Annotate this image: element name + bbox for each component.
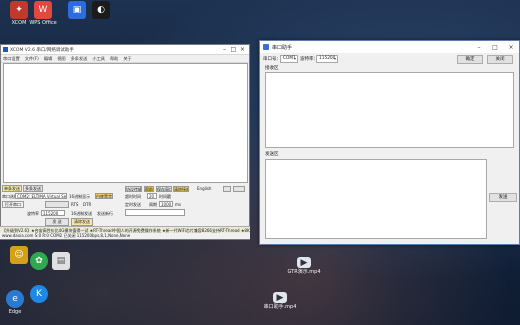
menu-item[interactable]: 多条发送 bbox=[71, 56, 88, 62]
xcom-menubar: 串口设置 文件(F) 编辑 视图 多条发送 小工具 帮助 关于 bbox=[1, 55, 249, 63]
serial-assistant-titlebar: 串口助手 – □ × bbox=[260, 41, 519, 53]
video-file-icon: ▶ bbox=[297, 257, 311, 268]
misc-button-2[interactable] bbox=[233, 186, 245, 192]
minimize-icon[interactable]: – bbox=[220, 46, 229, 53]
video-file-icon: ▶ bbox=[273, 292, 287, 303]
send-button[interactable]: 发 送 bbox=[45, 218, 69, 226]
file-label: GTR演示.mp4 bbox=[287, 269, 321, 275]
hex-display-checkbox[interactable]: 16进制显示 bbox=[69, 194, 90, 200]
white-bg-button[interactable]: 白底黑字 bbox=[95, 193, 113, 199]
receive-area-label: 接收区 bbox=[265, 66, 279, 71]
xcom-receive-area[interactable] bbox=[3, 63, 248, 183]
close-icon[interactable]: × bbox=[238, 46, 247, 53]
save-data-button[interactable] bbox=[45, 201, 69, 208]
ms-label: ms bbox=[175, 202, 181, 207]
close-button[interactable]: 关闭 bbox=[487, 55, 513, 64]
dtr-checkbox[interactable]: DTR bbox=[83, 202, 91, 207]
rts-checkbox[interactable]: RTS bbox=[71, 202, 78, 207]
desktop-file-gtr-video[interactable]: ▶ GTR演示.mp4 bbox=[286, 257, 322, 275]
document-icon: ▤ bbox=[52, 252, 70, 270]
send-area[interactable] bbox=[265, 159, 487, 239]
period-label: 周期 bbox=[149, 202, 157, 207]
wps-app-icon: W bbox=[34, 1, 52, 19]
chevron-down-icon: ▾ bbox=[293, 56, 296, 61]
clear-receive-button[interactable]: 清除接收 bbox=[173, 186, 189, 192]
desktop-icon-label: XCOM bbox=[11, 20, 27, 26]
timed-send-checkbox[interactable]: 定时发送 bbox=[125, 202, 141, 208]
help-tab[interactable]: 帮助 bbox=[144, 186, 154, 192]
timestamp-checkbox[interactable]: 时间戳 bbox=[159, 194, 171, 200]
desktop: ✦ XCOM W WPS Office ▣ ◐ ☺ ✿ ▤ K e Edge ▶… bbox=[0, 0, 520, 325]
xcom-title: XCOM V2.6 串口/网络调试助手 bbox=[10, 47, 74, 53]
send-button[interactable]: 发送 bbox=[489, 193, 517, 202]
baud-rate-value: 115200 bbox=[319, 56, 336, 61]
send-area-label: 发送区 bbox=[265, 152, 279, 157]
send-text-input[interactable] bbox=[125, 209, 185, 216]
desktop-icon-label: Edge bbox=[8, 309, 22, 315]
timeout-input[interactable]: 20 bbox=[147, 193, 157, 199]
confirm-button[interactable]: 确定 bbox=[457, 55, 483, 64]
serial-assistant-title: 串口助手 bbox=[272, 44, 293, 51]
period-input[interactable]: 1000 bbox=[159, 201, 173, 207]
timeout-label: 超时时间 bbox=[125, 194, 141, 199]
menu-item[interactable]: 小工具 bbox=[92, 56, 105, 62]
xcom-logo-icon bbox=[3, 47, 8, 52]
baud-label: 波特率 bbox=[27, 211, 39, 216]
desktop-file-serial-video[interactable]: ▶ 串口助手.mp4 bbox=[262, 292, 298, 310]
open-port-button[interactable]: 打开串口 bbox=[2, 201, 24, 208]
minimize-icon[interactable]: – bbox=[471, 44, 487, 51]
clear-send-button[interactable]: 清除发送 bbox=[71, 218, 93, 226]
menu-item[interactable]: 文件(F) bbox=[25, 56, 39, 62]
desktop-icon-edge[interactable]: e Edge bbox=[0, 290, 32, 315]
xcom-statusbar: www.daxia.com S:0 R:0 COM2 已关闭 115200bps… bbox=[0, 233, 250, 239]
close-icon[interactable]: × bbox=[503, 44, 519, 51]
save-window-button[interactable]: 保存窗口 bbox=[156, 186, 172, 192]
file-label: 串口助手.mp4 bbox=[263, 304, 297, 310]
protocol-tab[interactable]: 协议传输 bbox=[125, 186, 142, 192]
desktop-icon-left-3[interactable]: ▤ bbox=[44, 252, 78, 271]
menu-item[interactable]: 关于 bbox=[123, 56, 131, 62]
desktop-icon-app4[interactable]: ◐ bbox=[84, 1, 118, 20]
menu-item[interactable]: 帮助 bbox=[110, 56, 118, 62]
port-select[interactable]: COM2: ELTIMA Virtual Serial bbox=[15, 193, 67, 199]
single-send-tab[interactable]: 单条发送 bbox=[2, 185, 22, 192]
receive-area[interactable] bbox=[265, 72, 514, 148]
edge-browser-icon: e bbox=[6, 290, 24, 308]
menu-item[interactable]: 视图 bbox=[57, 56, 65, 62]
xcom-window: XCOM V2.6 串口/网络调试助手 – □ × 串口设置 文件(F) 编辑 … bbox=[0, 44, 250, 240]
xcom-titlebar: XCOM V2.6 串口/网络调试助手 – □ × bbox=[1, 45, 249, 55]
serial-app-icon bbox=[263, 44, 269, 50]
multi-send-tab[interactable]: 多条发送 bbox=[23, 185, 43, 192]
port-number-label: 串口号： bbox=[263, 57, 281, 62]
chevron-down-icon: ▾ bbox=[333, 56, 336, 61]
desktop-icon-label: WPS Office bbox=[29, 20, 57, 26]
maximize-icon[interactable]: □ bbox=[229, 46, 238, 53]
port-number-select[interactable]: COM1 ▾ bbox=[280, 55, 298, 63]
newline-checkbox[interactable]: 发送新行 bbox=[97, 211, 113, 217]
xcom-ticker: 【升级到V2.6】★合宙高性价比4G模块值得一试 ★RT-Thread中国人的开… bbox=[0, 226, 250, 233]
k-app-icon: K bbox=[30, 285, 48, 303]
english-checkbox-label[interactable]: English bbox=[197, 186, 211, 191]
menu-item[interactable]: 编辑 bbox=[44, 56, 52, 62]
serial-assistant-window: 串口助手 – □ × 串口号： COM1 ▾ 波特率： 115200 ▾ 确定 … bbox=[259, 40, 520, 245]
misc-button[interactable] bbox=[223, 186, 231, 192]
desktop-icon-wps[interactable]: W WPS Office bbox=[26, 1, 60, 26]
hex-send-checkbox[interactable]: 16进制发送 bbox=[71, 211, 92, 217]
baud-rate-select[interactable]: 115200 ▾ bbox=[316, 55, 338, 63]
baud-select[interactable]: 115200 bbox=[41, 210, 65, 216]
maximize-icon[interactable]: □ bbox=[487, 44, 503, 51]
app-icon: ◐ bbox=[92, 1, 110, 19]
menu-item[interactable]: 串口设置 bbox=[3, 56, 20, 62]
